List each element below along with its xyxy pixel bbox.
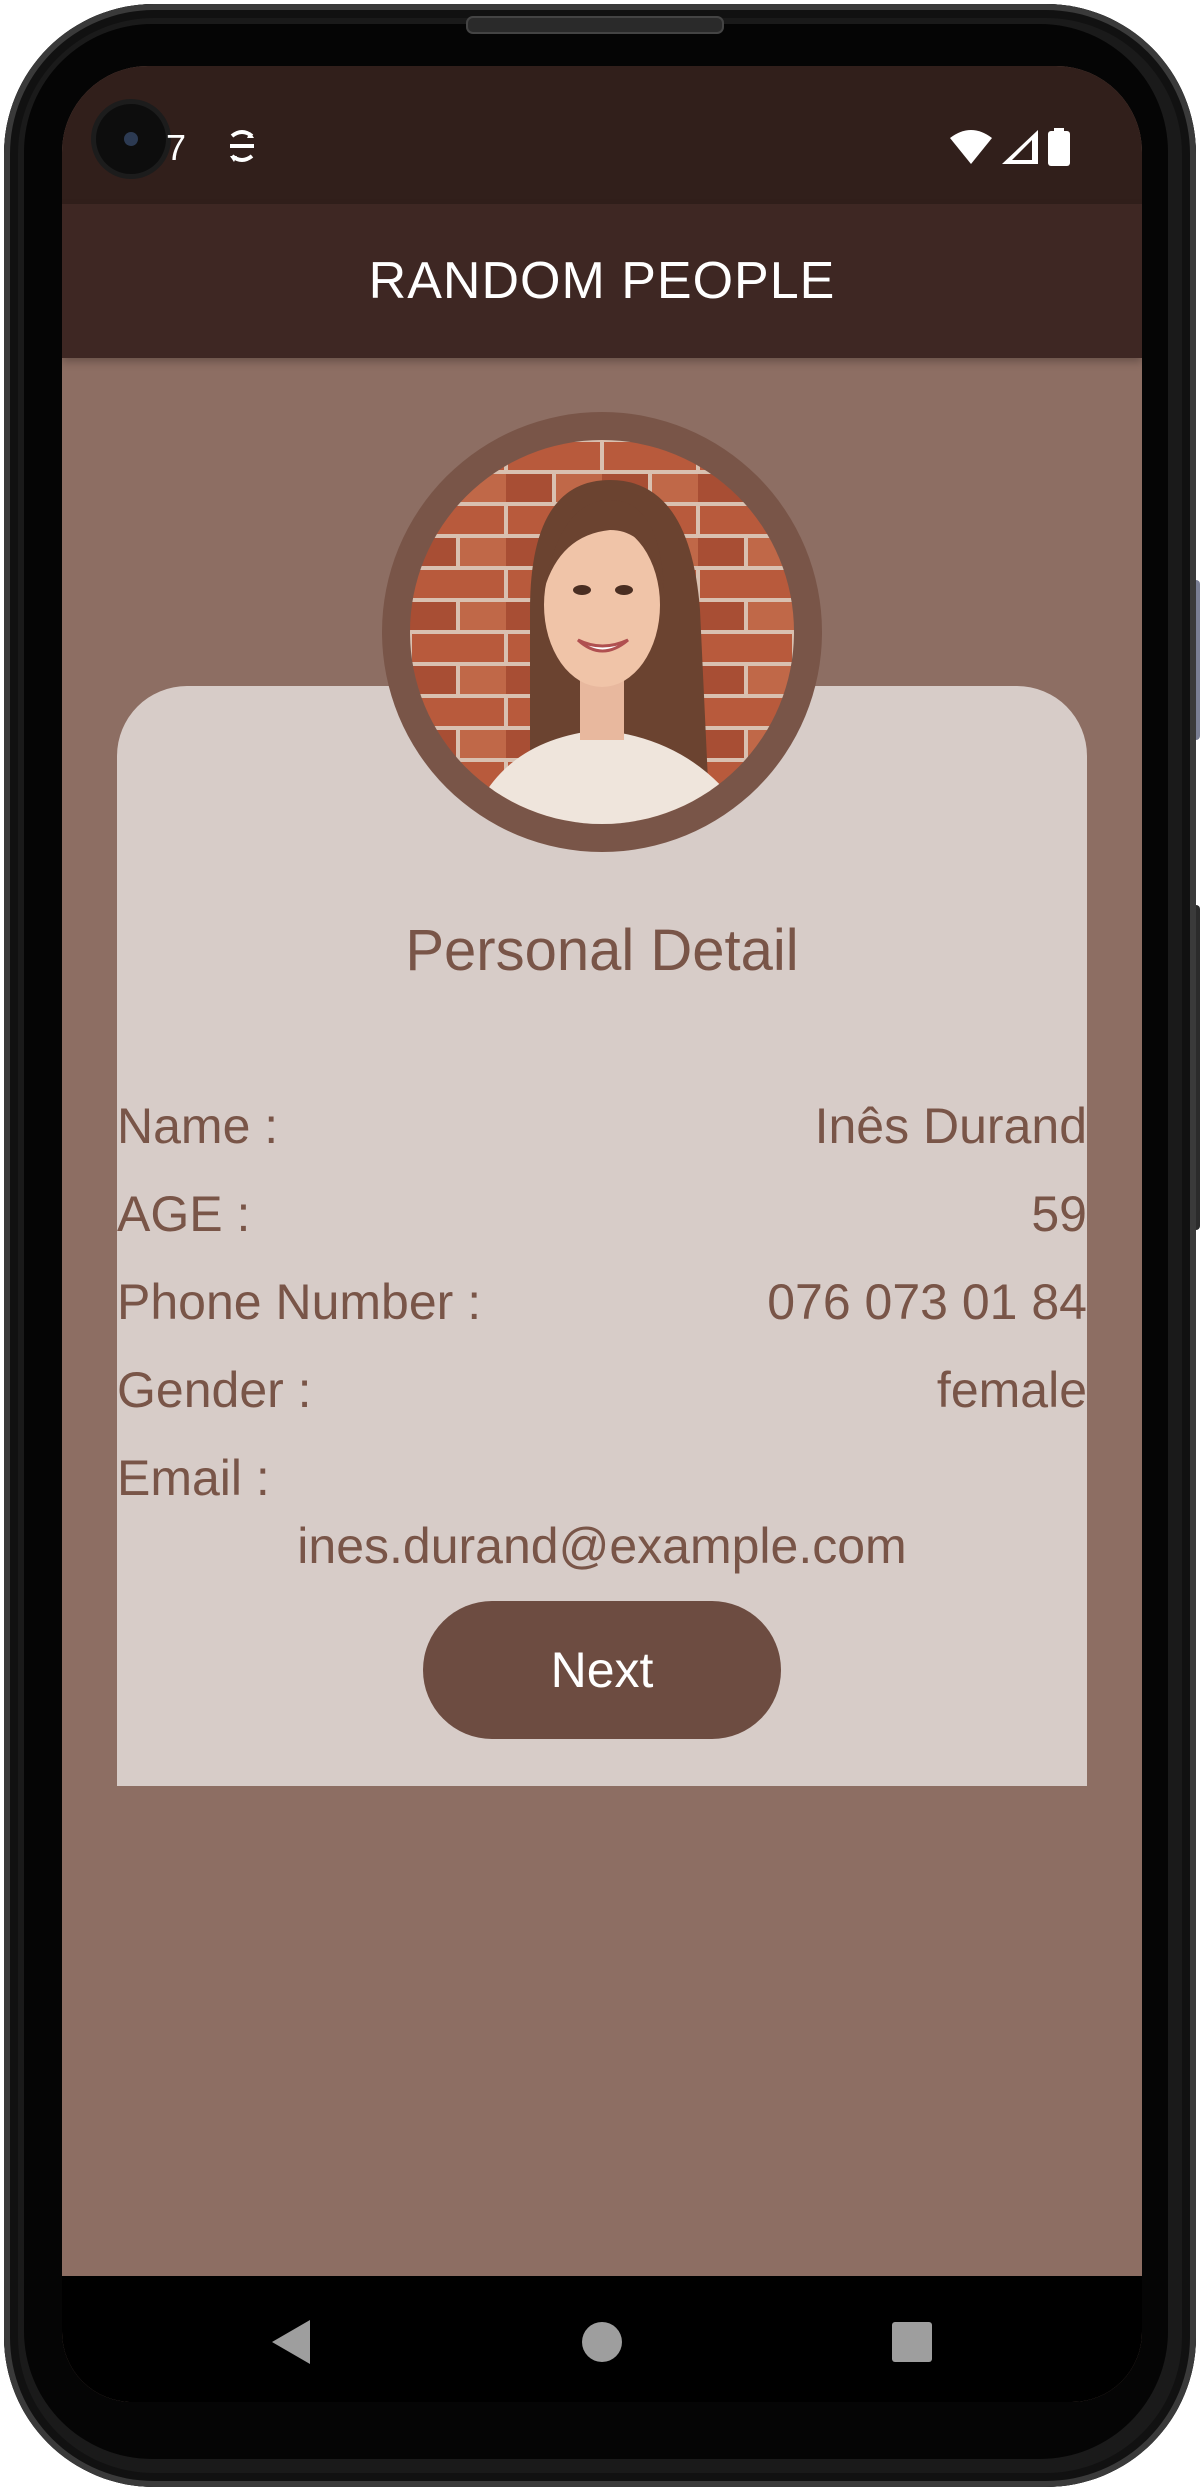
phone-value: 076 073 01 84 — [767, 1274, 1087, 1330]
status-bar: 7 — [62, 66, 1142, 204]
age-label: AGE : — [117, 1186, 251, 1242]
sync-icon — [222, 126, 262, 168]
navigation-bar — [62, 2276, 1142, 2402]
phone-label: Phone Number : — [117, 1274, 482, 1330]
status-time: 7 — [166, 127, 187, 168]
email-value: ines.durand@example.com — [297, 1518, 907, 1574]
signal-icon — [1002, 130, 1038, 169]
speaker-grille — [466, 16, 724, 34]
detail-row-age: AGE : 59 — [117, 1182, 1087, 1246]
avatar-ring — [382, 412, 822, 852]
battery-icon — [1048, 128, 1070, 171]
status-icons — [950, 128, 1070, 171]
front-camera — [96, 104, 166, 174]
gender-value: female — [936, 1362, 1087, 1418]
app-title: RANDOM PEOPLE — [368, 252, 836, 310]
back-icon[interactable] — [262, 2312, 322, 2372]
name-value: Inês Durand — [814, 1098, 1087, 1154]
screen: 7 RANDOM PEOPLE Personal Detail Name: I… — [62, 66, 1142, 2402]
app-bar: RANDOM PEOPLE — [62, 204, 1142, 358]
email-label: Email : — [117, 1450, 270, 1506]
detail-row-email: Email : — [117, 1446, 1087, 1510]
phone-frame: 7 RANDOM PEOPLE Personal Detail Name: I… — [0, 0, 1204, 2491]
detail-row-name: Name : Inês Durand — [117, 1094, 1087, 1158]
recents-icon[interactable] — [882, 2312, 942, 2372]
detail-row-gender: Gender : female — [117, 1358, 1087, 1422]
age-value: 59 — [1031, 1186, 1087, 1242]
gender-label: Gender : — [117, 1362, 312, 1418]
wifi-icon — [950, 130, 992, 169]
section-title: Personal Detail — [405, 918, 799, 983]
profile-photo — [410, 440, 794, 824]
next-button[interactable]: Next — [423, 1601, 781, 1739]
home-icon[interactable] — [572, 2312, 632, 2372]
name-label: Name : — [117, 1098, 279, 1154]
detail-row-phone: Phone Number : 076 073 01 84 — [117, 1270, 1087, 1334]
